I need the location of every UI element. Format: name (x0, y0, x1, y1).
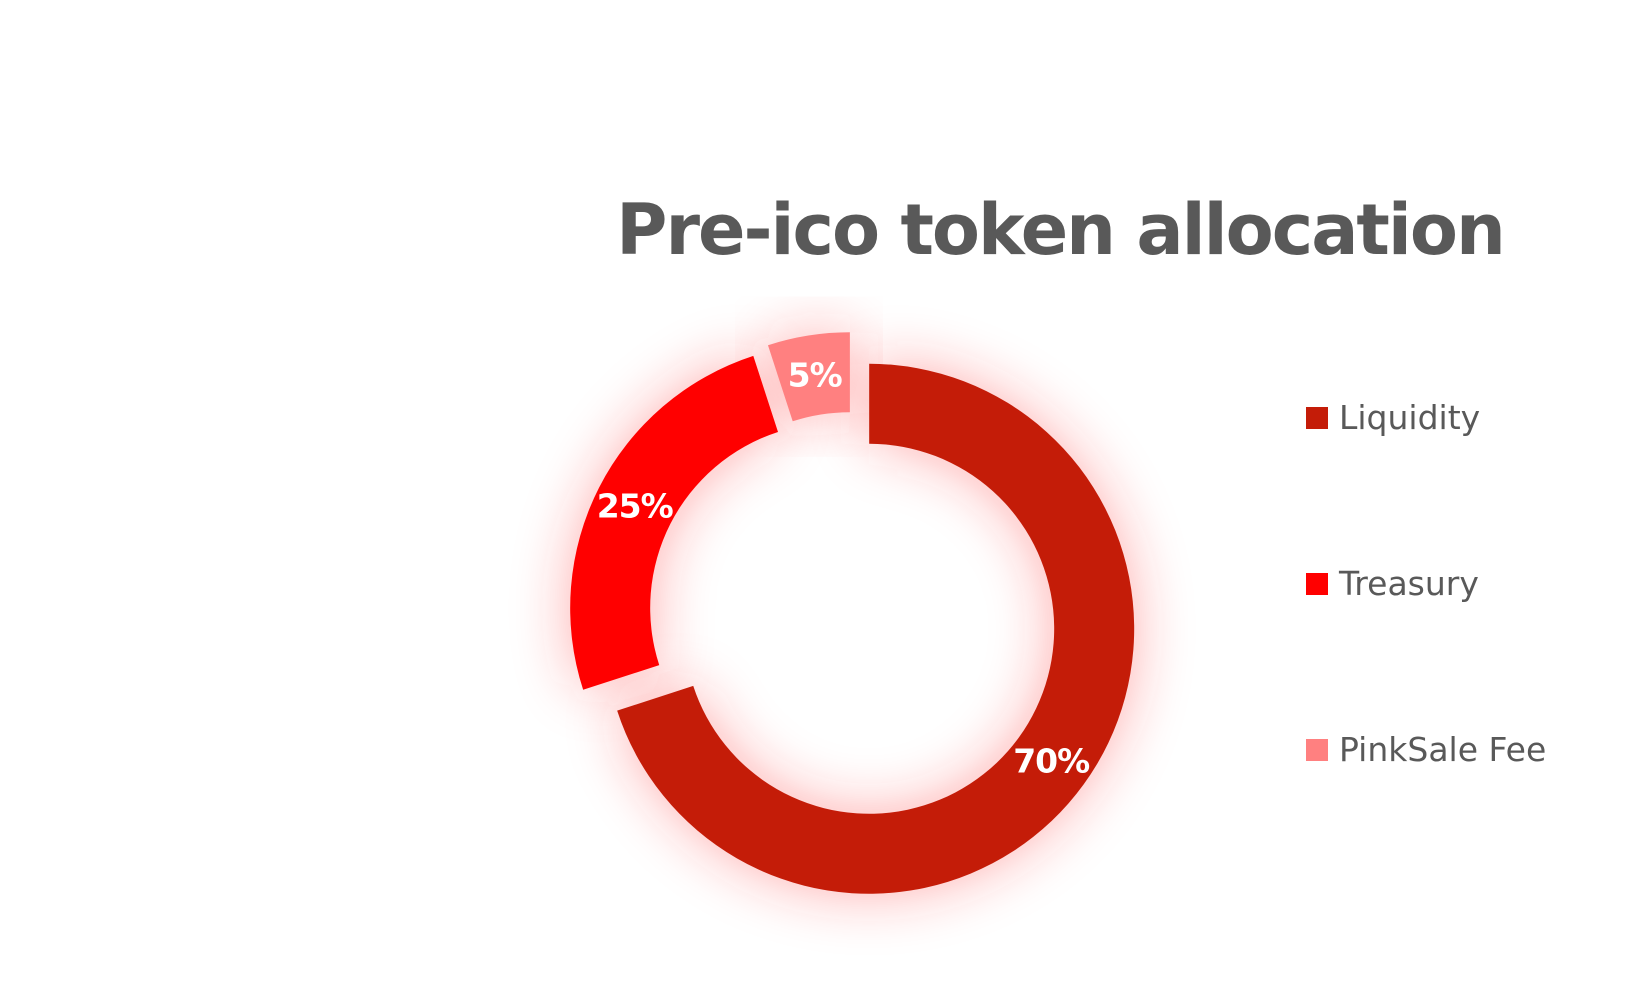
legend-swatch-treasury (1306, 572, 1328, 595)
data-label-pinksale-fee: 5% (788, 356, 843, 395)
legend-item-treasury: Treasury (1306, 567, 1479, 600)
legend-swatch-pinksale-fee (1306, 738, 1328, 761)
chart-legend: Liquidity Treasury PinkSale Fee (1306, 0, 1636, 999)
donut-slices (570, 332, 1135, 894)
legend-item-pinksale-fee: PinkSale Fee (1306, 733, 1546, 766)
data-label-treasury: 25% (597, 486, 674, 525)
legend-item-liquidity: Liquidity (1306, 401, 1480, 434)
data-label-liquidity: 70% (1013, 742, 1090, 781)
legend-label-pinksale-fee: PinkSale Fee (1339, 730, 1547, 769)
legend-swatch-liquidity (1306, 406, 1328, 429)
legend-label-treasury: Treasury (1339, 564, 1479, 603)
chart-area: Pre-ico token allocation 70% 25% 5% Liquid… (0, 0, 1650, 999)
legend-label-liquidity: Liquidity (1339, 398, 1481, 437)
